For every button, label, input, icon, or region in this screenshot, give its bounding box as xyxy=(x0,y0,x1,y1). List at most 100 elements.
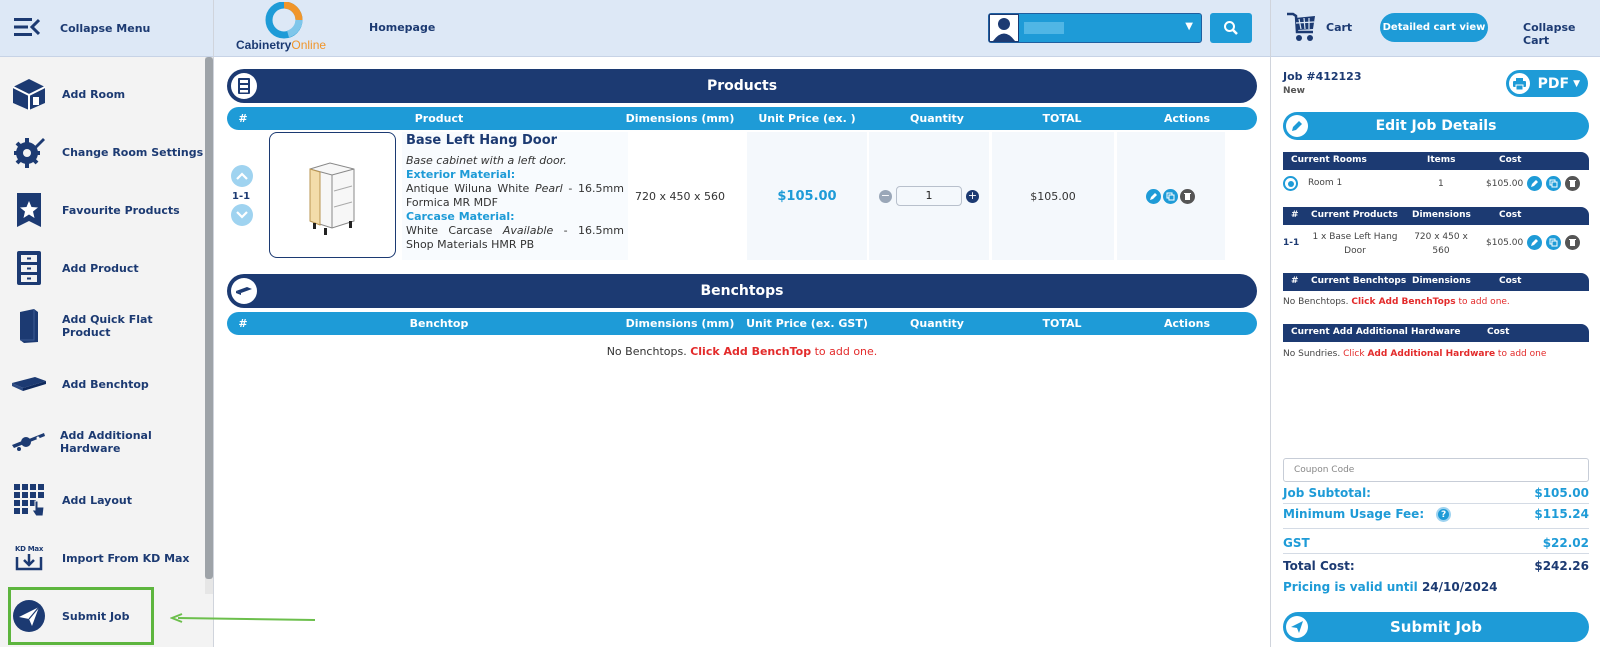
sidebar-scrollbar-thumb[interactable] xyxy=(205,57,213,579)
logo-text: CabinetryOnline xyxy=(236,38,327,52)
copy-icon xyxy=(1549,238,1558,247)
job-number: Job #412123 xyxy=(1283,70,1362,83)
carcase-material-value: White Carcase Available -16.5mm xyxy=(406,224,624,237)
col-header: Dimensions (mm) xyxy=(625,317,735,330)
quantity-cell: − 1 + xyxy=(869,132,989,260)
cart-product-cost: $105.00 xyxy=(1486,238,1524,248)
pencil-icon xyxy=(1149,192,1157,200)
col-header: TOTAL xyxy=(1042,112,1082,125)
col-header: Current Rooms xyxy=(1291,155,1367,165)
cart-product-num: 1-1 xyxy=(1283,238,1300,248)
homepage-link[interactable]: Homepage xyxy=(369,21,435,34)
table-row: 1-1 Base Left Hang Door Base cabinet wit… xyxy=(227,132,1257,260)
sidebar-item-label: Add Product xyxy=(62,261,139,275)
room-name: Room 1 xyxy=(1308,178,1343,188)
cart-benchtops-empty: No Benchtops. Click Add BenchTops to add… xyxy=(1283,297,1589,311)
coupon-code-input[interactable]: Coupon Code xyxy=(1283,458,1589,482)
cabinetry-online-logo[interactable]: CabinetryOnline xyxy=(236,2,341,54)
col-header: Actions xyxy=(1164,112,1210,125)
copy-room-button[interactable] xyxy=(1546,176,1561,191)
sidebar-item-label: Add Benchtop xyxy=(62,377,149,391)
col-header: Product xyxy=(414,112,464,125)
cabinet-icon xyxy=(231,73,257,99)
col-header: Cost xyxy=(1499,276,1522,286)
copy-cart-product-button[interactable] xyxy=(1546,235,1561,250)
sidebar-item-add-room[interactable]: Add Room xyxy=(0,65,205,123)
col-header: Dimensions xyxy=(1412,210,1471,220)
cart-add-benchtops-link[interactable]: Click Add BenchTops xyxy=(1351,297,1455,307)
edit-cart-product-button[interactable] xyxy=(1527,235,1542,250)
cart-add-hardware-link[interactable]: Add Additional Hardware xyxy=(1367,349,1495,359)
products-table-header: # Product Dimensions (mm) Unit Price (ex… xyxy=(227,107,1257,130)
sidebar-item-import-from-kd-max[interactable]: KD Max Import From KD Max xyxy=(0,529,205,587)
col-header: Dimensions (mm) xyxy=(625,112,735,125)
cart-top-bar: Cart Detailed cart view Collapse Cart xyxy=(1271,0,1600,57)
sidebar-item-favourite-products[interactable]: Favourite Products xyxy=(0,181,205,239)
delete-product-button[interactable] xyxy=(1179,188,1195,204)
pencil-icon xyxy=(1286,115,1308,137)
sidebar-item-change-room-settings[interactable]: Change Room Settings xyxy=(0,123,205,181)
sidebar-scrollbar[interactable] xyxy=(205,57,213,594)
trash-icon xyxy=(1183,192,1191,200)
chevron-down-icon xyxy=(236,211,248,219)
chevron-down-icon: ▼ xyxy=(1185,21,1193,32)
col-header: Quantity xyxy=(910,317,964,330)
help-icon[interactable]: ? xyxy=(1436,507,1452,522)
benchtop-icon xyxy=(231,278,257,304)
trash-icon xyxy=(1569,239,1576,246)
detailed-cart-view-button[interactable]: Detailed cart view xyxy=(1380,13,1488,42)
delete-room-button[interactable] xyxy=(1565,176,1580,191)
col-header: # xyxy=(238,112,248,125)
quantity-increment-button[interactable]: + xyxy=(966,189,979,203)
collapse-menu-button[interactable]: Collapse Menu xyxy=(0,0,213,57)
collapse-cart-button[interactable]: Collapse Cart xyxy=(1523,21,1600,47)
subtotal-label: Job Subtotal: xyxy=(1283,486,1371,500)
no-benchtops-suffix: to add one. xyxy=(814,345,878,358)
product-details: Base Left Hang Door Base cabinet with a … xyxy=(402,132,628,260)
cabinet-icon xyxy=(10,249,48,287)
quantity-input[interactable]: 1 xyxy=(896,186,962,206)
dimensions-cell: 720 x 450 x 560 xyxy=(625,132,735,260)
sidebar-item-label: Add Layout xyxy=(62,493,133,507)
move-down-button[interactable] xyxy=(231,204,253,226)
add-benchtop-link[interactable]: Click Add BenchTop xyxy=(690,345,811,358)
no-benchtops-text: No Benchtops. xyxy=(606,345,687,358)
product-image[interactable] xyxy=(269,132,396,258)
submit-job-button[interactable]: Submit Job xyxy=(1283,612,1589,642)
col-header: Actions xyxy=(1164,317,1210,330)
edit-job-details-button[interactable]: Edit Job Details xyxy=(1283,112,1589,140)
col-header: Cost xyxy=(1487,327,1510,337)
sidebar-item-add-product[interactable]: Add Product xyxy=(0,239,205,297)
kdmax-import-icon: KD Max xyxy=(10,539,48,577)
search-button[interactable] xyxy=(1210,13,1252,43)
copy-product-button[interactable] xyxy=(1162,188,1178,204)
sidebar-item-add-benchtop[interactable]: Add Benchtop xyxy=(0,355,205,413)
cart-products-header: # Current Products Dimensions Cost xyxy=(1283,207,1589,225)
minimum-fee-label: Minimum Usage Fee:? xyxy=(1283,507,1452,522)
exterior-material-board: Formica MR MDF xyxy=(406,196,498,209)
edit-room-button[interactable] xyxy=(1527,176,1542,191)
edit-product-button[interactable] xyxy=(1145,188,1161,204)
move-up-button[interactable] xyxy=(231,165,253,187)
sidebar-item-add-layout[interactable]: Add Layout xyxy=(0,471,205,529)
delete-cart-product-button[interactable] xyxy=(1565,235,1580,250)
cart-product-dimensions: 720 x 450 x 560 xyxy=(1414,232,1468,256)
quantity-decrement-button[interactable]: − xyxy=(879,189,892,203)
sidebar-item-add-quick-flat-product[interactable]: Add Quick Flat Product xyxy=(0,297,205,355)
room-radio[interactable] xyxy=(1283,176,1298,191)
base-cabinet-image xyxy=(309,162,355,235)
copy-icon xyxy=(1166,192,1174,200)
top-bar: CabinetryOnline Homepage ▼ xyxy=(214,0,1270,57)
product-name[interactable]: Base Left Hang Door xyxy=(406,134,624,148)
products-title: Products xyxy=(706,78,778,94)
col-header: Unit Price (ex. ) xyxy=(758,112,856,125)
sidebar-item-add-additional-hardware[interactable]: Add Additional Hardware xyxy=(0,413,205,471)
search-icon xyxy=(1224,21,1238,35)
quantity-stepper: − 1 + xyxy=(879,186,979,206)
chevron-down-icon: ▼ xyxy=(1573,78,1580,89)
divider xyxy=(1283,503,1589,504)
pdf-dropdown-button[interactable]: PDF ▼ xyxy=(1506,70,1588,97)
job-status: New xyxy=(1283,86,1305,96)
products-section-header: Products xyxy=(227,69,1257,103)
user-select-dropdown[interactable]: ▼ xyxy=(988,13,1202,43)
